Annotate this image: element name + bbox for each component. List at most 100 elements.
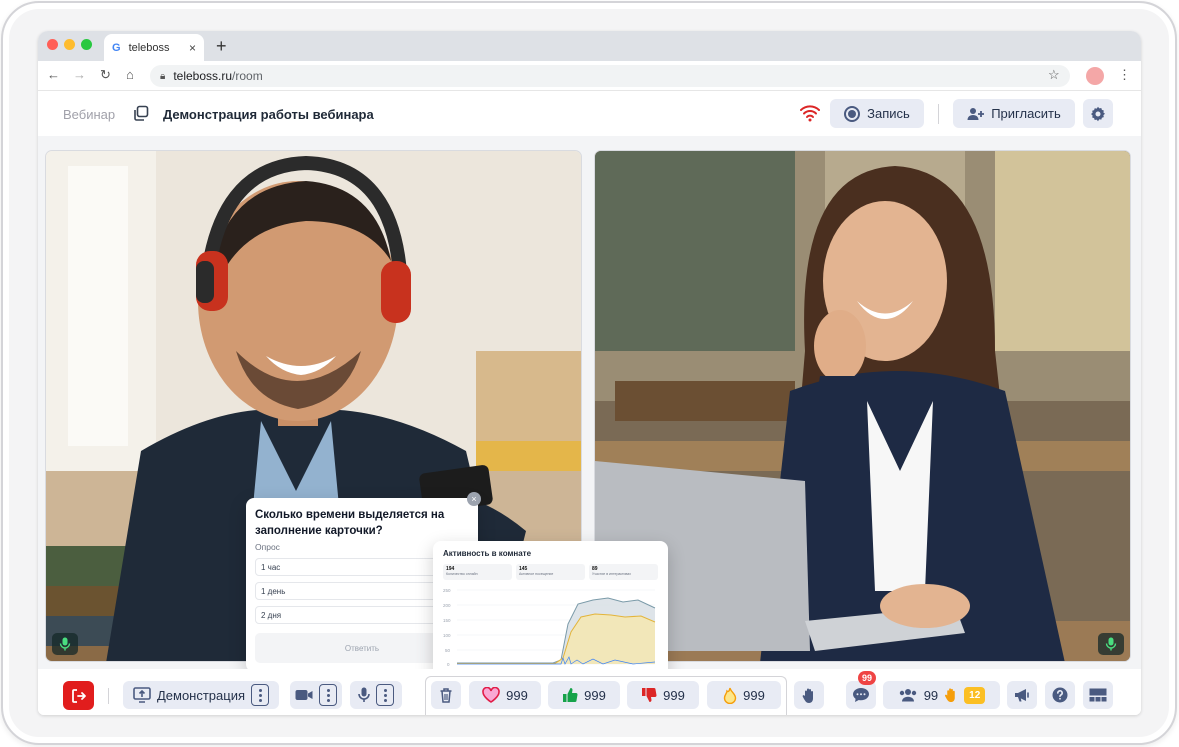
- camera-options-icon[interactable]: [319, 684, 337, 706]
- gear-icon: [1091, 106, 1105, 121]
- screen-share-options-icon[interactable]: [251, 684, 270, 706]
- layout-icon: [1089, 688, 1107, 702]
- hand-icon: [802, 688, 813, 703]
- camera-button[interactable]: [290, 681, 342, 709]
- reaction-count: 999: [743, 687, 765, 703]
- heart-icon: [482, 687, 500, 703]
- activity-chart: 250 200 150 100 50 0 0 min 5 min 10 min …: [443, 588, 656, 676]
- thumbs-down-icon: [642, 688, 657, 702]
- close-window-button[interactable]: [47, 39, 58, 50]
- room-header: Вебинар Демонстрация работы вебинара Зап…: [38, 92, 1141, 136]
- reaction-count: 999: [584, 687, 606, 703]
- header-divider: [938, 104, 939, 124]
- megaphone-icon: [1015, 689, 1029, 702]
- invite-button[interactable]: Пригласить: [953, 99, 1075, 128]
- breadcrumb[interactable]: Вебинар: [63, 107, 115, 122]
- mic-on-indicator: [1098, 633, 1124, 655]
- raised-hands-count: 12: [964, 686, 986, 704]
- stat-label: Количество онлайн: [446, 572, 478, 576]
- video-stage: × Сколько времени выделяется на заполнен…: [38, 136, 1141, 691]
- browser-toolbar: ← → ↻ ⌂ 🔒︎ teleboss.ru/room ☆ ⋮: [38, 61, 1141, 91]
- chat-icon: [853, 688, 869, 702]
- raise-hand-button[interactable]: [794, 681, 824, 709]
- microphone-icon: [59, 637, 71, 651]
- browser-tab[interactable]: G teleboss ×: [104, 34, 204, 61]
- stat-interactive: 89 Участие в интерактивах: [589, 564, 658, 580]
- video-feed-woman-laptop: [595, 151, 1130, 661]
- bottom-control-bar: Демонстрация 999 999 999 999 99 99 12: [38, 669, 1141, 715]
- close-icon[interactable]: ×: [467, 492, 481, 506]
- reaction-dislike-button[interactable]: 999: [627, 681, 699, 709]
- y-tick-label: 100: [443, 633, 451, 638]
- announcements-button[interactable]: [1007, 681, 1037, 709]
- back-arrow-icon[interactable]: ←: [47, 67, 60, 82]
- profile-avatar[interactable]: [1086, 67, 1104, 85]
- camera-icon: [295, 690, 313, 700]
- video-tile-guest[interactable]: [594, 150, 1131, 662]
- reaction-like-button[interactable]: 999: [548, 681, 620, 709]
- poll-question: Сколько времени выделяется на заполнение…: [255, 509, 445, 537]
- microphone-icon: [1105, 637, 1117, 651]
- new-tab-button[interactable]: +: [216, 36, 227, 57]
- y-tick-label: 250: [443, 588, 451, 593]
- reaction-count: 999: [663, 687, 685, 703]
- record-icon: [844, 105, 861, 122]
- settings-button[interactable]: [1083, 99, 1113, 128]
- tab-close-icon[interactable]: ×: [189, 41, 196, 55]
- help-button[interactable]: [1045, 681, 1075, 709]
- y-tick-label: 50: [445, 648, 451, 653]
- participants-count: 99: [923, 687, 939, 703]
- tab-title: teleboss: [128, 41, 170, 54]
- maximize-window-button[interactable]: [81, 39, 92, 50]
- reaction-count: 999: [506, 687, 528, 703]
- microphone-icon: [358, 687, 370, 702]
- clear-reactions-button[interactable]: [431, 681, 461, 709]
- add-user-icon: [967, 107, 985, 120]
- active-area: [457, 614, 655, 664]
- chat-button[interactable]: [846, 681, 876, 709]
- stat-label: Участие в интерактивах: [592, 572, 631, 576]
- copy-icon[interactable]: [133, 105, 149, 121]
- trash-icon: [440, 687, 452, 703]
- leave-room-button[interactable]: [63, 681, 94, 710]
- address-bar[interactable]: 🔒︎ teleboss.ru/room: [150, 65, 1070, 87]
- page-title: Демонстрация работы вебинара: [163, 107, 374, 122]
- microphone-options-icon[interactable]: [376, 684, 394, 706]
- exit-icon: [71, 688, 86, 703]
- browser-menu-icon[interactable]: ⋮: [1118, 67, 1131, 83]
- stat-label: Активное посещение: [519, 572, 554, 576]
- help-icon: [1052, 687, 1068, 703]
- chat-unread-badge: 99: [858, 671, 877, 685]
- y-tick-label: 150: [443, 618, 451, 623]
- lock-icon: 🔒︎: [160, 70, 166, 82]
- url-host: teleboss.ru: [173, 69, 233, 83]
- microphone-button[interactable]: [350, 681, 402, 709]
- thumbs-up-icon: [563, 688, 578, 702]
- reaction-fire-button[interactable]: 999: [707, 681, 781, 709]
- url-path: /room: [232, 69, 263, 83]
- home-icon[interactable]: ⌂: [126, 67, 134, 82]
- layout-button[interactable]: [1083, 681, 1113, 709]
- screen-share-button[interactable]: Демонстрация: [123, 681, 279, 709]
- record-button[interactable]: Запись: [830, 99, 924, 128]
- bookmark-star-icon[interactable]: ☆: [1048, 67, 1060, 83]
- raised-hands-icon: [945, 688, 955, 703]
- fire-icon: [723, 687, 737, 704]
- stat-active: 145 Активное посещение: [516, 564, 585, 580]
- screen-share-icon: [133, 687, 151, 703]
- connection-signal-icon: [800, 105, 820, 122]
- y-tick-label: 0: [447, 662, 450, 667]
- invite-label: Пригласить: [991, 106, 1061, 121]
- reaction-heart-button[interactable]: 999: [469, 681, 541, 709]
- browser-window: G teleboss × + ← → ↻ ⌂ 🔒︎ teleboss.ru/ro…: [38, 31, 1141, 715]
- minimize-window-button[interactable]: [64, 39, 75, 50]
- activity-title: Активность в комнате: [443, 549, 532, 558]
- google-favicon-icon: G: [112, 41, 121, 54]
- mic-on-indicator: [52, 633, 78, 655]
- participants-button[interactable]: 99 12: [883, 681, 1000, 709]
- screen-share-label: Демонстрация: [156, 687, 246, 703]
- forward-arrow-icon[interactable]: →: [73, 67, 86, 82]
- participants-icon: [899, 689, 916, 702]
- reload-icon[interactable]: ↻: [100, 67, 111, 83]
- activity-stats: 194 Количество онлайн 145 Активное посещ…: [443, 564, 658, 580]
